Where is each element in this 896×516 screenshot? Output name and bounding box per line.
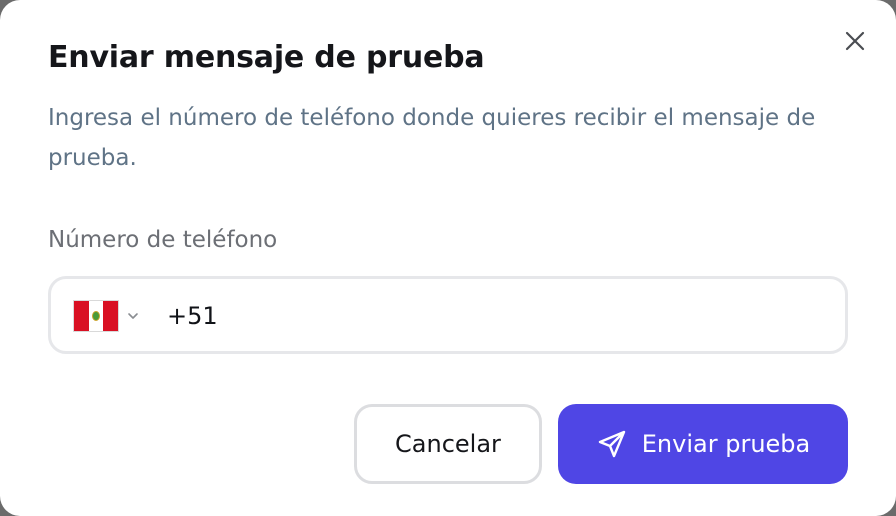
- paper-plane-icon: [596, 428, 628, 460]
- peru-flag-icon: [73, 300, 119, 332]
- send-test-button[interactable]: Enviar prueba: [558, 404, 848, 484]
- country-code-select[interactable]: [73, 299, 139, 333]
- chevron-down-icon: [127, 312, 139, 320]
- send-button-label: Enviar prueba: [641, 430, 811, 458]
- send-test-message-dialog: Enviar mensaje de prueba Ingresa el núme…: [0, 0, 896, 516]
- close-icon: [845, 31, 865, 51]
- cancel-button-label: Cancelar: [395, 430, 501, 458]
- phone-number-input[interactable]: [167, 297, 787, 335]
- dialog-description: Ingresa el número de teléfono donde quie…: [48, 105, 816, 171]
- phone-field: [48, 276, 848, 354]
- dialog-title: Enviar mensaje de prueba: [48, 40, 485, 75]
- phone-field-label: Número de teléfono: [48, 227, 278, 253]
- cancel-button[interactable]: Cancelar: [354, 404, 542, 484]
- close-button[interactable]: [838, 24, 872, 58]
